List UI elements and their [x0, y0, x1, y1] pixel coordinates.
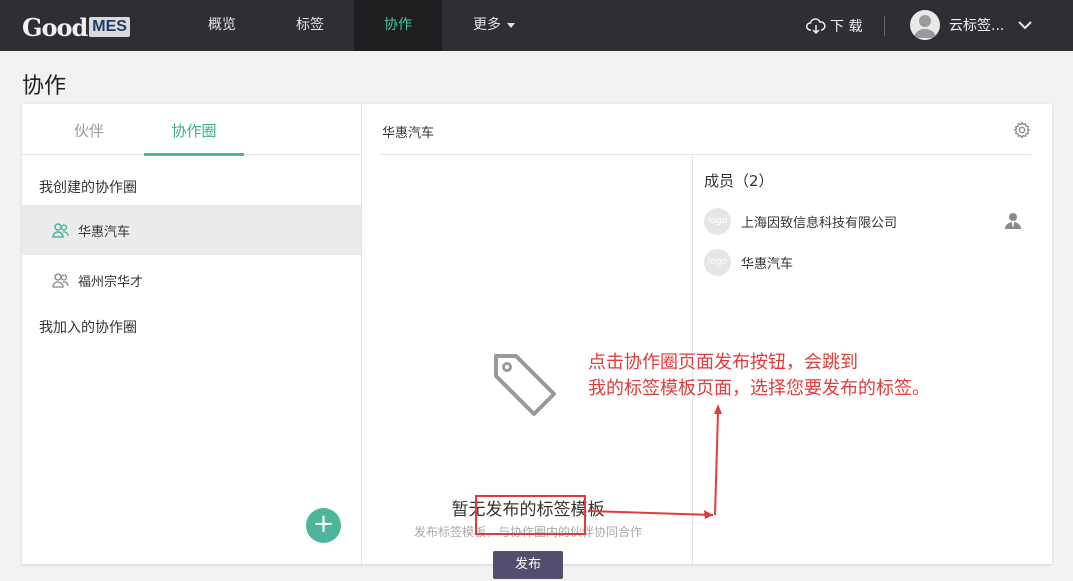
tab-circles-label: 协作圈 [171, 122, 217, 140]
nav-overview[interactable]: 概览 [190, 0, 254, 51]
annotation-line-1: 点击协作圈页面发布按钮，会跳到 [588, 352, 858, 373]
created-circles-heading: 我创建的协作圈 [39, 180, 137, 196]
download-label: 下 载 [830, 18, 863, 35]
member-name: 华惠汽车 [741, 256, 794, 272]
logo-badge: MES [89, 17, 130, 37]
circle-header: 华惠汽车 [381, 104, 1031, 155]
username: 云标签... [949, 18, 1005, 34]
group-icon [52, 222, 69, 238]
tab-circles[interactable]: 协作圈 [144, 104, 244, 155]
annotation-text: 点击协作圈页面发布按钮，会跳到 我的标签模板页面，选择您要发布的标签。 [588, 350, 930, 402]
annotation-line-2: 我的标签模板页面，选择您要发布的标签。 [588, 378, 930, 399]
members-panel: 成员（2） logo 上海因致信息科技有限公司 logo 华惠汽车 [704, 170, 1034, 276]
nav-more[interactable]: 更多 [462, 0, 526, 51]
members-title: 成员（2） [704, 172, 774, 190]
circle-title: 华惠汽车 [382, 126, 435, 141]
download-button[interactable]: 下 载 [806, 0, 862, 51]
add-circle-button[interactable]: + [306, 508, 341, 543]
tab-partners-label: 伙伴 [73, 122, 104, 140]
member-logo: logo [704, 207, 731, 235]
publish-button[interactable]: 发布 [493, 551, 563, 579]
circle-item-huahui[interactable]: 华惠汽车 [22, 205, 361, 255]
admin-user-icon [1005, 213, 1021, 229]
active-tab-indicator [144, 153, 244, 156]
app-logo[interactable]: Good MES [22, 12, 130, 42]
circle-item-label: 福州宗华才 [78, 274, 144, 290]
member-name: 上海因致信息科技有限公司 [741, 215, 898, 231]
top-nav-bar: Good MES 概览 标签 协作 更多 下 载 云标签... [0, 0, 1073, 51]
gear-icon[interactable] [1013, 121, 1031, 139]
panel-tabs: 伙伴 协作圈 [22, 104, 362, 156]
nav-collaboration[interactable]: 协作 [354, 0, 442, 51]
circle-item-fuzhou[interactable]: 福州宗华才 [22, 255, 361, 305]
nav-labels[interactable]: 标签 [278, 0, 342, 51]
annotation-highlight-box [475, 495, 586, 535]
tag-icon [494, 354, 556, 416]
chevron-down-icon [1018, 21, 1033, 30]
member-row[interactable]: logo 上海因致信息科技有限公司 [704, 206, 1022, 236]
caret-down-icon [507, 22, 515, 28]
circle-item-label: 华惠汽车 [78, 224, 131, 240]
user-avatar-icon [914, 15, 936, 38]
member-row[interactable]: logo 华惠汽车 [704, 247, 1022, 277]
nav-divider [884, 16, 885, 36]
nav-collaboration-label: 协作 [384, 17, 412, 33]
member-logo: logo [704, 248, 731, 276]
cloud-download-icon [806, 17, 826, 34]
circle-list-panel: 伙伴 协作圈 我创建的协作圈 华惠汽车 福州宗华才 我加入的协作圈 + [22, 104, 362, 564]
nav-overview-label: 概览 [208, 17, 236, 33]
nav-more-label: 更多 [473, 17, 501, 33]
group-icon [52, 272, 69, 288]
page-title: 协作 [22, 74, 67, 99]
nav-labels-label: 标签 [296, 17, 324, 33]
logo-text: Good [22, 12, 88, 42]
joined-circles-heading: 我加入的协作圈 [39, 320, 137, 336]
tab-partners[interactable]: 伙伴 [52, 104, 126, 155]
user-menu[interactable]: 云标签... [910, 10, 1033, 40]
avatar [910, 10, 940, 40]
